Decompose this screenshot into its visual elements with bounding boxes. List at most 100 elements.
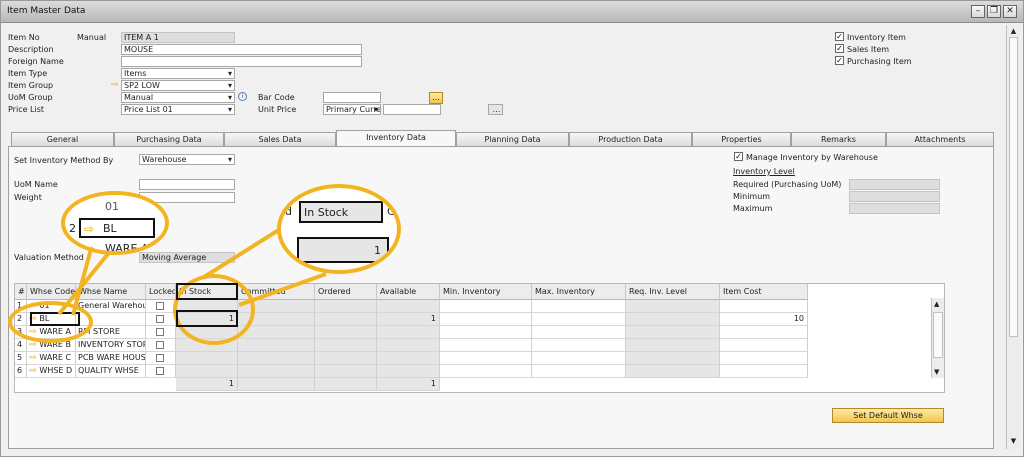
cell-ordered[interactable]	[315, 326, 377, 339]
tab-sales-data[interactable]: Sales Data	[224, 132, 336, 146]
locked-checkbox[interactable]	[156, 367, 164, 375]
col-header-available[interactable]: Available	[377, 284, 440, 300]
tab-planning-data[interactable]: Planning Data	[456, 132, 569, 146]
grid-scroll-up-icon[interactable]: ▲	[934, 300, 939, 308]
cell-min[interactable]	[440, 313, 532, 326]
col-header-min-inventory[interactable]: Min. Inventory	[440, 284, 532, 300]
item-type-select[interactable]: Items	[121, 68, 235, 79]
cell-cost[interactable]	[720, 300, 808, 313]
set-default-whse-button[interactable]: Set Default Whse	[832, 408, 944, 423]
cell-available[interactable]	[377, 339, 440, 352]
cell-ordered[interactable]	[315, 313, 377, 326]
cell-req[interactable]	[626, 326, 720, 339]
locked-checkbox[interactable]	[156, 328, 164, 336]
grid-scrollbar[interactable]: ▲ ▼	[931, 298, 944, 378]
cell-ordered[interactable]	[315, 352, 377, 365]
tab-purchasing-data[interactable]: Purchasing Data	[114, 132, 224, 146]
col-header-item-cost[interactable]: Item Cost	[720, 284, 808, 300]
locked-checkbox[interactable]	[156, 354, 164, 362]
unit-price-browse-button[interactable]: ...	[488, 104, 503, 115]
inventory-item-checkbox[interactable]: ✓	[835, 32, 844, 41]
cell-min[interactable]	[440, 365, 532, 378]
cell-max[interactable]	[532, 300, 626, 313]
col-header-whse-code[interactable]: Whse Code	[27, 284, 76, 300]
tab-production-data[interactable]: Production Data	[569, 132, 692, 146]
info-icon[interactable]: i	[238, 92, 247, 101]
cell-locked[interactable]	[146, 326, 176, 339]
cell-available[interactable]	[377, 365, 440, 378]
cell-name[interactable]: PCB WARE HOUSE	[76, 352, 146, 365]
cell-min[interactable]	[440, 300, 532, 313]
cell-committed[interactable]	[238, 365, 315, 378]
cell-min[interactable]	[440, 352, 532, 365]
cell-max[interactable]	[532, 326, 626, 339]
uom-group-select[interactable]: Manual	[121, 92, 235, 103]
cell-ordered[interactable]	[315, 365, 377, 378]
cell-available[interactable]: 1	[377, 313, 440, 326]
cell-name[interactable]: INVENTORY STORE	[76, 339, 146, 352]
cell-cost[interactable]	[720, 352, 808, 365]
close-icon[interactable]: ✕	[1003, 5, 1017, 18]
col-header-req-inv-level[interactable]: Req. Inv. Level	[626, 284, 720, 300]
bar-code-browse-button[interactable]: ...	[429, 92, 443, 104]
inventory-method-select[interactable]: Warehouse	[139, 154, 235, 165]
cell-code[interactable]: ⇨ WARE C	[27, 352, 76, 365]
item-no-field[interactable]: ITEM A 1	[121, 32, 235, 43]
tab-properties[interactable]: Properties	[692, 132, 791, 146]
link-arrow-icon[interactable]: ⇨	[29, 366, 39, 376]
link-arrow-icon[interactable]: ⇨	[111, 80, 119, 90]
cell-committed[interactable]	[238, 326, 315, 339]
cell-num[interactable]: 5	[15, 352, 27, 365]
cell-locked[interactable]	[146, 365, 176, 378]
sales-item-checkbox[interactable]: ✓	[835, 44, 844, 53]
locked-checkbox[interactable]	[156, 341, 164, 349]
currency-select[interactable]: Primary Curre	[323, 104, 381, 115]
tab-inventory-data[interactable]: Inventory Data	[336, 130, 456, 147]
col-header-ordered[interactable]: Ordered	[315, 284, 377, 300]
cell-min[interactable]	[440, 339, 532, 352]
description-field[interactable]: MOUSE	[121, 44, 362, 55]
cell-req[interactable]	[626, 300, 720, 313]
cell-available[interactable]	[377, 352, 440, 365]
link-arrow-icon[interactable]: ⇨	[29, 353, 39, 363]
purchasing-item-checkbox[interactable]: ✓	[835, 56, 844, 65]
cell-cost[interactable]	[720, 339, 808, 352]
item-no-series[interactable]: Manual	[77, 33, 106, 42]
col-header-locked[interactable]: Locked	[146, 284, 176, 300]
foreign-name-field[interactable]	[121, 56, 362, 67]
grid-scroll-down-icon[interactable]: ▼	[934, 368, 939, 376]
cell-available[interactable]	[377, 326, 440, 339]
bar-code-field[interactable]	[323, 92, 381, 103]
tab-remarks[interactable]: Remarks	[791, 132, 886, 146]
grid-scroll-thumb[interactable]	[933, 312, 943, 358]
uom-name-field[interactable]	[139, 179, 235, 190]
cell-locked[interactable]	[146, 300, 176, 313]
cell-cost[interactable]	[720, 326, 808, 339]
scroll-up-icon[interactable]: ▲	[1009, 27, 1018, 35]
cell-locked[interactable]	[146, 339, 176, 352]
restore-icon[interactable]: ❐	[987, 5, 1001, 18]
col-header-num[interactable]: #	[15, 284, 27, 300]
cell-locked[interactable]	[146, 313, 176, 326]
cell-committed[interactable]	[238, 352, 315, 365]
cell-req[interactable]	[626, 313, 720, 326]
cell-req[interactable]	[626, 352, 720, 365]
locked-checkbox[interactable]	[156, 302, 164, 310]
unit-price-field[interactable]	[383, 104, 441, 115]
minimize-icon[interactable]: –	[971, 5, 985, 18]
cell-in-stock[interactable]	[176, 365, 238, 378]
cell-code[interactable]: ⇨ WHSE D	[27, 365, 76, 378]
price-list-select[interactable]: Price List 01	[121, 104, 235, 115]
cell-max[interactable]	[532, 365, 626, 378]
cell-min[interactable]	[440, 326, 532, 339]
tab-attachments[interactable]: Attachments	[886, 132, 994, 146]
locked-checkbox[interactable]	[156, 315, 164, 323]
cell-committed[interactable]	[238, 339, 315, 352]
cell-name[interactable]: QUALITY WHSE	[76, 365, 146, 378]
cell-ordered[interactable]	[315, 339, 377, 352]
col-header-max-inventory[interactable]: Max. Inventory	[532, 284, 626, 300]
cell-req[interactable]	[626, 339, 720, 352]
window-scrollbar[interactable]: ▲ ▼	[1006, 25, 1020, 449]
cell-max[interactable]	[532, 339, 626, 352]
scroll-thumb[interactable]	[1009, 37, 1018, 337]
